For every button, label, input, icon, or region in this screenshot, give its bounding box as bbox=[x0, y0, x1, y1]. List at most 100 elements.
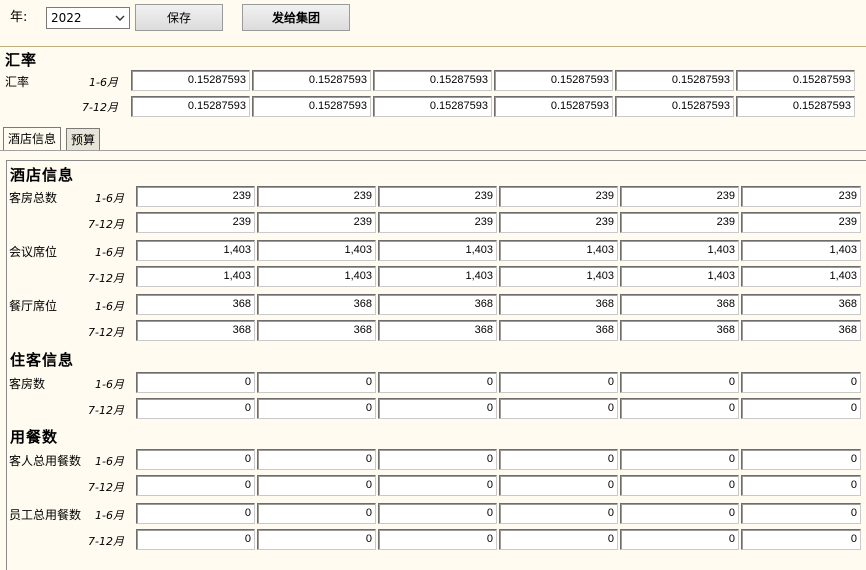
value-field[interactable]: 1,403 bbox=[378, 266, 497, 287]
year-select[interactable]: 2022 bbox=[46, 7, 130, 29]
value-field[interactable]: 368 bbox=[378, 320, 497, 341]
exchange-rate-field[interactable]: 0.15287593 bbox=[615, 70, 734, 91]
exchange-rate-field[interactable]: 0.15287593 bbox=[494, 96, 613, 117]
value-field[interactable]: 0 bbox=[499, 529, 618, 550]
value-field[interactable]: 368 bbox=[257, 320, 376, 341]
value-field[interactable]: 0 bbox=[257, 398, 376, 419]
value-field[interactable]: 368 bbox=[499, 320, 618, 341]
tab-strip-border bbox=[0, 150, 866, 151]
value-field[interactable]: 0 bbox=[499, 398, 618, 419]
exchange-rate-field[interactable]: 0.15287593 bbox=[615, 96, 734, 117]
value-field[interactable]: 239 bbox=[620, 186, 739, 207]
value-field[interactable]: 0 bbox=[257, 503, 376, 524]
value-field[interactable]: 368 bbox=[741, 294, 861, 315]
period-label: 1-6月 bbox=[95, 509, 124, 522]
value-field[interactable]: 239 bbox=[136, 212, 255, 233]
value-field[interactable]: 0 bbox=[378, 529, 497, 550]
exchange-rate-field[interactable]: 0.15287593 bbox=[736, 70, 855, 91]
value-field[interactable]: 0 bbox=[378, 398, 497, 419]
value-field[interactable]: 239 bbox=[499, 212, 618, 233]
value-field[interactable]: 0 bbox=[136, 372, 255, 393]
value-field[interactable]: 368 bbox=[620, 294, 739, 315]
value-field[interactable]: 0 bbox=[741, 449, 861, 470]
value-field[interactable]: 0 bbox=[257, 475, 376, 496]
value-field[interactable]: 0 bbox=[741, 503, 861, 524]
value-field[interactable]: 1,403 bbox=[741, 266, 861, 287]
value-field[interactable]: 0 bbox=[741, 372, 861, 393]
value-field[interactable]: 0 bbox=[499, 503, 618, 524]
save-button[interactable]: 保存 bbox=[135, 4, 223, 31]
value-field[interactable]: 0 bbox=[257, 529, 376, 550]
row-label: 餐厅席位 bbox=[9, 299, 58, 313]
exchange-rate-field[interactable]: 0.15287593 bbox=[736, 96, 855, 117]
value-field[interactable]: 239 bbox=[378, 212, 497, 233]
value-field[interactable]: 0 bbox=[378, 475, 497, 496]
value-field[interactable]: 1,403 bbox=[620, 240, 739, 261]
value-field[interactable]: 0 bbox=[499, 372, 618, 393]
exchange-rate-field[interactable]: 0.15287593 bbox=[252, 96, 371, 117]
value-field[interactable]: 0 bbox=[620, 529, 739, 550]
value-field[interactable]: 0 bbox=[620, 475, 739, 496]
value-field[interactable]: 368 bbox=[257, 294, 376, 315]
exchange-rate-field[interactable]: 0.15287593 bbox=[131, 96, 250, 117]
exchange-rate-field[interactable]: 0.15287593 bbox=[494, 70, 613, 91]
period-label: 7-12月 bbox=[88, 404, 124, 417]
value-field[interactable]: 0 bbox=[378, 372, 497, 393]
value-field[interactable]: 0 bbox=[378, 449, 497, 470]
value-field[interactable]: 368 bbox=[499, 294, 618, 315]
value-field[interactable]: 0 bbox=[741, 398, 861, 419]
exchange-rate-field[interactable]: 0.15287593 bbox=[131, 70, 250, 91]
value-field[interactable]: 0 bbox=[620, 372, 739, 393]
value-field[interactable]: 239 bbox=[136, 186, 255, 207]
send-to-group-button[interactable]: 发给集团 bbox=[242, 4, 350, 31]
value-field[interactable]: 1,403 bbox=[136, 266, 255, 287]
value-field[interactable]: 368 bbox=[378, 294, 497, 315]
value-field[interactable]: 368 bbox=[741, 320, 861, 341]
period-label: 1-6月 bbox=[89, 76, 118, 89]
value-field[interactable]: 239 bbox=[741, 212, 861, 233]
hotel-info-title: 酒店信息 bbox=[10, 166, 75, 184]
value-field[interactable]: 0 bbox=[499, 449, 618, 470]
value-field[interactable]: 1,403 bbox=[741, 240, 861, 261]
value-field[interactable]: 0 bbox=[257, 372, 376, 393]
value-field[interactable]: 1,403 bbox=[378, 240, 497, 261]
value-field[interactable]: 239 bbox=[257, 212, 376, 233]
value-field[interactable]: 368 bbox=[136, 294, 255, 315]
value-field[interactable]: 0 bbox=[257, 449, 376, 470]
value-field[interactable]: 0 bbox=[620, 503, 739, 524]
value-field[interactable]: 0 bbox=[741, 475, 861, 496]
value-field[interactable]: 239 bbox=[378, 186, 497, 207]
value-field[interactable]: 239 bbox=[499, 186, 618, 207]
period-label: 1-6月 bbox=[95, 455, 124, 468]
value-field[interactable]: 0 bbox=[136, 503, 255, 524]
value-field[interactable]: 1,403 bbox=[136, 240, 255, 261]
value-field[interactable]: 1,403 bbox=[499, 240, 618, 261]
value-field[interactable]: 0 bbox=[136, 398, 255, 419]
value-field[interactable]: 239 bbox=[620, 212, 739, 233]
value-field[interactable]: 239 bbox=[741, 186, 861, 207]
exchange-rate-field[interactable]: 0.15287593 bbox=[373, 96, 492, 117]
tab-budget[interactable]: 预算 bbox=[66, 128, 101, 150]
row-label: 客房总数 bbox=[9, 191, 58, 205]
value-field[interactable]: 239 bbox=[257, 186, 376, 207]
row-label: 客房数 bbox=[9, 377, 46, 391]
value-field[interactable]: 368 bbox=[620, 320, 739, 341]
period-label: 7-12月 bbox=[88, 481, 124, 494]
value-field[interactable]: 0 bbox=[620, 449, 739, 470]
row-label: 会议席位 bbox=[9, 245, 58, 259]
value-field[interactable]: 1,403 bbox=[257, 266, 376, 287]
value-field[interactable]: 0 bbox=[499, 475, 618, 496]
exchange-rate-field[interactable]: 0.15287593 bbox=[373, 70, 492, 91]
value-field[interactable]: 1,403 bbox=[257, 240, 376, 261]
value-field[interactable]: 0 bbox=[136, 529, 255, 550]
value-field[interactable]: 368 bbox=[136, 320, 255, 341]
value-field[interactable]: 0 bbox=[741, 529, 861, 550]
exchange-rate-field[interactable]: 0.15287593 bbox=[252, 70, 371, 91]
value-field[interactable]: 0 bbox=[136, 475, 255, 496]
value-field[interactable]: 1,403 bbox=[620, 266, 739, 287]
value-field[interactable]: 0 bbox=[620, 398, 739, 419]
tab-hotel-info[interactable]: 酒店信息 bbox=[3, 127, 62, 151]
value-field[interactable]: 0 bbox=[136, 449, 255, 470]
value-field[interactable]: 1,403 bbox=[499, 266, 618, 287]
value-field[interactable]: 0 bbox=[378, 503, 497, 524]
